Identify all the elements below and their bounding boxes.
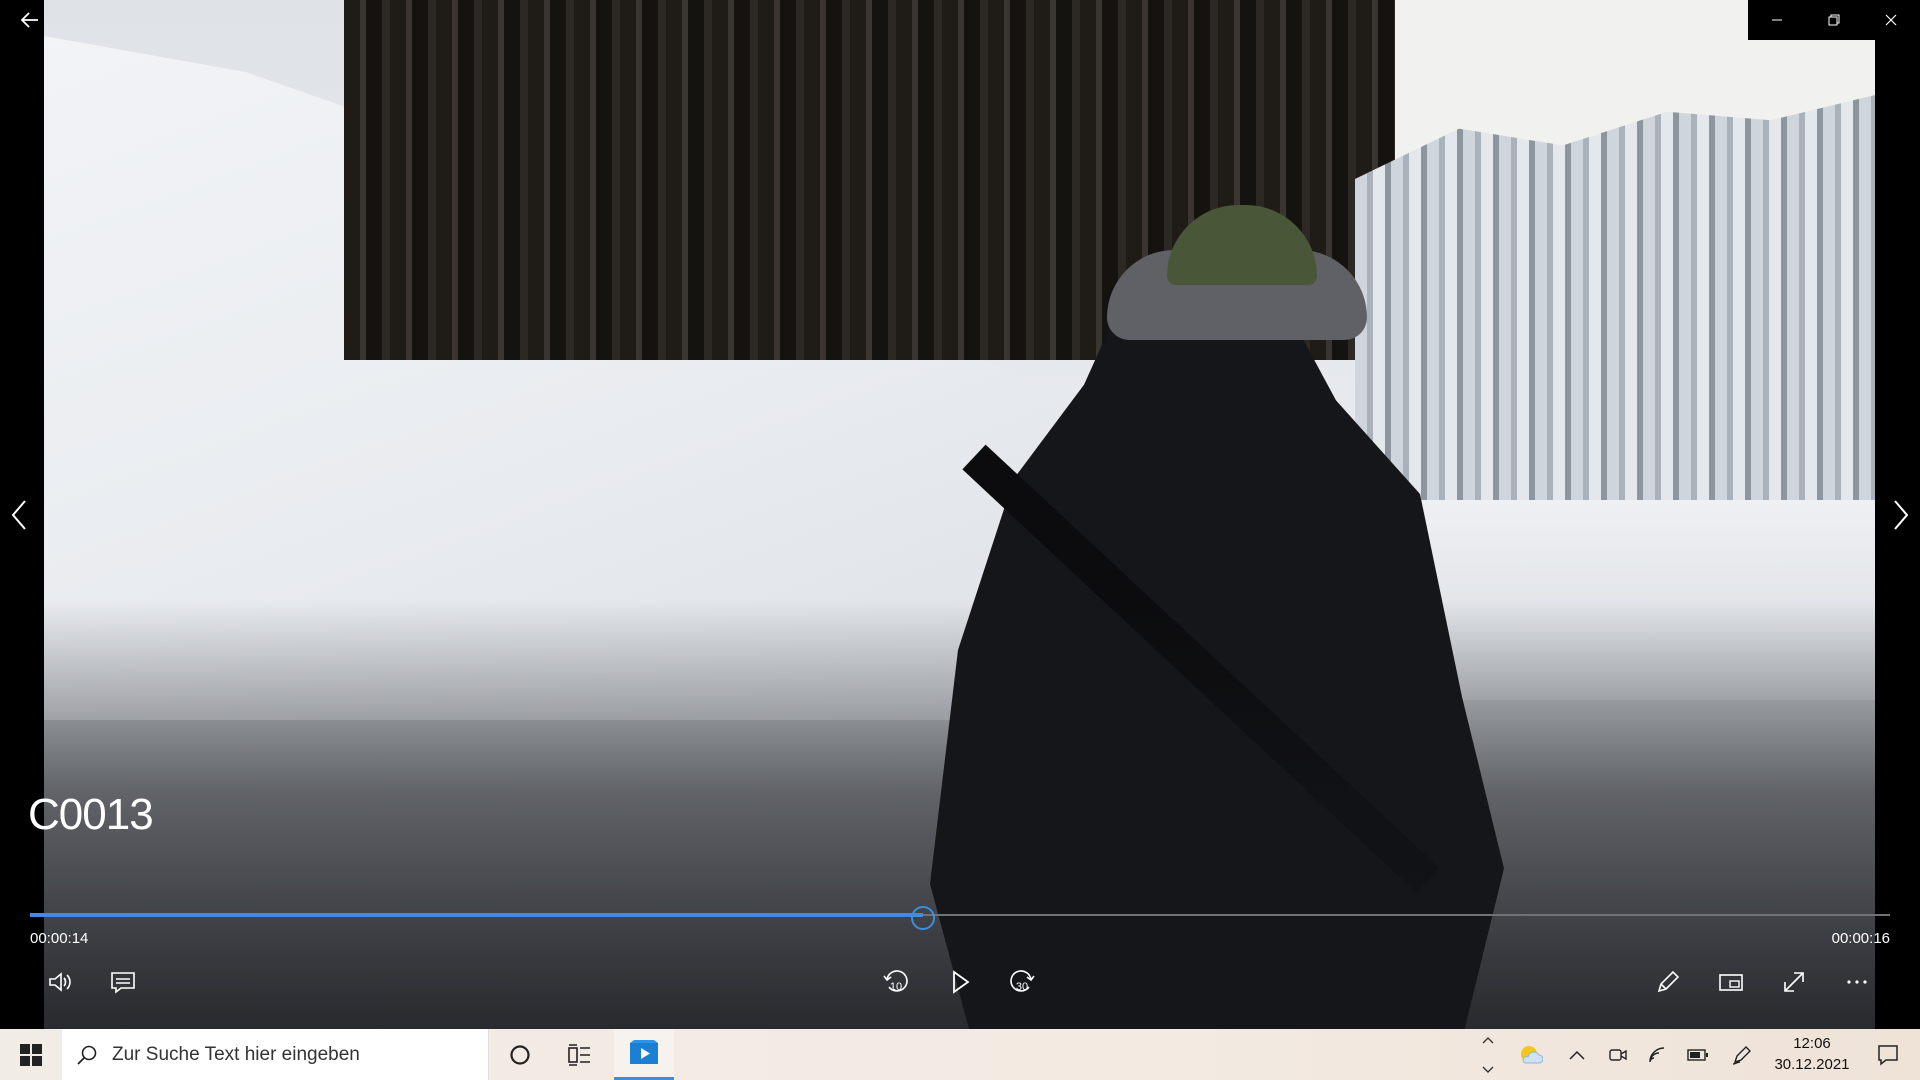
taskbar: 12:06 30.12.2021 [0,1029,1920,1080]
skip-back-label: 10 [890,981,902,993]
chevron-updown-icon [1482,1036,1494,1073]
video-player: C0013 00:00:14 00:00:16 10 30 [0,0,1920,1029]
volume-button[interactable] [36,962,84,1002]
chevron-left-icon [11,500,26,530]
seek-progress [30,913,923,917]
subtitles-button[interactable] [99,962,147,1002]
play-icon [953,970,970,994]
next-button[interactable] [1880,495,1920,535]
cortana-button[interactable] [494,1029,546,1080]
close-button[interactable] [1862,0,1919,40]
notifications-icon [1878,1044,1898,1066]
video-title: C0013 [28,790,154,839]
network-button[interactable] [1640,1029,1676,1080]
show-hidden-icons[interactable] [1562,1029,1592,1080]
cortana-icon [510,1044,530,1065]
skip-back-button[interactable]: 10 [872,962,920,1002]
battery-button[interactable] [1680,1029,1716,1080]
wifi-icon [1649,1046,1665,1062]
volume-icon [49,972,71,992]
chevron-up-icon [1569,1050,1585,1060]
clock-time: 12:06 [1793,1035,1831,1052]
taskbar-scroll[interactable] [1476,1029,1500,1080]
back-button[interactable] [0,0,60,40]
fullscreen-button[interactable] [1770,962,1818,1002]
search-input[interactable] [110,1042,474,1067]
close-icon [1885,14,1896,26]
chevron-right-icon [1894,500,1909,530]
previous-button[interactable] [0,495,40,535]
current-time: 00:00:14 [30,930,89,947]
skip-back-10-icon: 10 [883,970,908,993]
pencil-icon [1657,970,1680,993]
meet-now-button[interactable] [1600,1029,1636,1080]
windows-logo-icon [20,1043,42,1066]
back-arrow-icon [20,12,38,28]
subtitles-icon [111,972,135,994]
edit-button[interactable] [1644,962,1692,1002]
restore-icon [1828,14,1839,26]
task-view-icon [568,1043,590,1066]
clock-date: 30.12.2021 [1774,1056,1850,1073]
seek-thumb[interactable] [910,906,935,930]
taskbar-clock[interactable]: 12:06 30.12.2021 [1764,1033,1860,1075]
search-icon [77,1045,97,1065]
movies-tv-icon [630,1040,658,1064]
taskbar-search[interactable] [62,1029,489,1080]
mini-view-icon [1719,974,1743,991]
window-controls [1748,0,1920,40]
play-button[interactable] [936,962,984,1002]
total-time: 00:00:16 [1831,930,1890,947]
pen-workspace-button[interactable] [1724,1029,1760,1080]
start-button[interactable] [0,1029,62,1080]
snowy-forest [1355,95,1875,515]
seek-bar[interactable] [30,906,1890,930]
meet-now-icon [1609,1048,1627,1061]
battery-icon [1687,1048,1708,1061]
minimize-button[interactable] [1748,0,1805,40]
video-frame[interactable] [44,0,1875,1029]
more-button[interactable] [1833,962,1881,1002]
weather-widget[interactable] [1508,1029,1552,1080]
weather-sun-cloud-icon [1521,1045,1543,1063]
task-view-button[interactable] [554,1029,606,1080]
skip-forward-label: 30 [1016,981,1028,993]
mini-view-button[interactable] [1707,962,1755,1002]
skip-forward-30-icon: 30 [1010,970,1035,993]
more-icon [1847,980,1867,984]
taskbar-app-movies[interactable] [614,1029,674,1080]
skip-forward-button[interactable]: 30 [998,962,1046,1002]
restore-button[interactable] [1805,0,1862,40]
fullscreen-icon [1784,972,1804,992]
action-center-button[interactable] [1862,1029,1914,1080]
pen-icon [1732,1045,1751,1065]
minimize-icon [1771,19,1782,21]
